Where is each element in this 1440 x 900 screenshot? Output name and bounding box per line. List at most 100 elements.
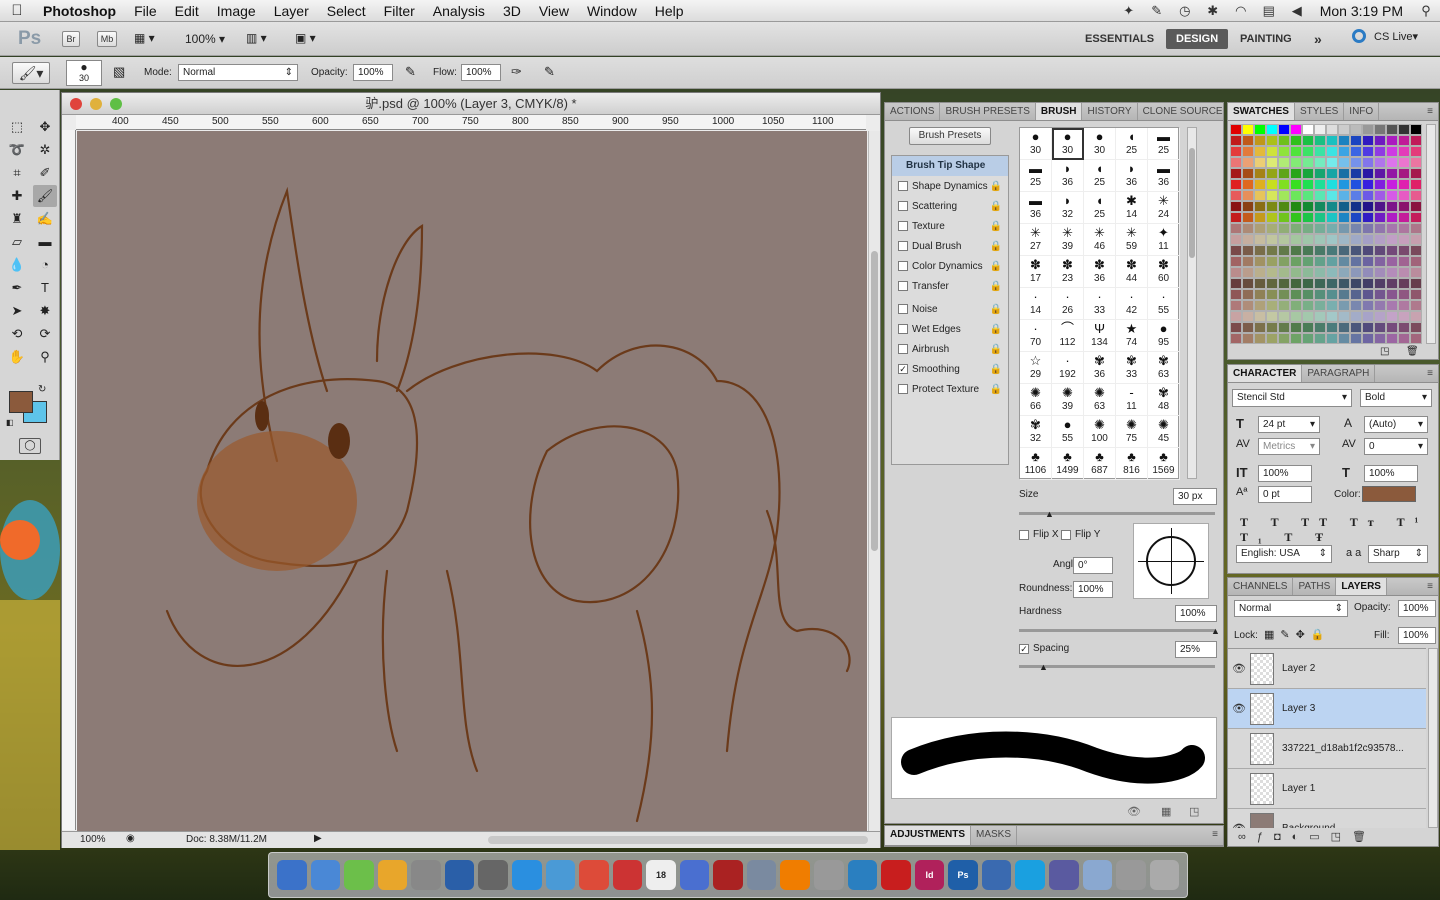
color-swatch[interactable] [1350,124,1362,135]
color-swatch[interactable] [1350,300,1362,311]
color-swatch[interactable] [1410,190,1422,201]
spacing-input[interactable]: 25% [1175,641,1217,658]
font-family-select[interactable]: Stencil Std ▾ [1232,389,1352,407]
sp-icon[interactable] [444,860,475,890]
color-swatch[interactable] [1302,124,1314,135]
color-swatch[interactable] [1338,322,1350,333]
color-swatch[interactable] [1254,146,1266,157]
spacing-slider-thumb[interactable]: ▲ [1039,662,1048,672]
color-swatch[interactable] [1398,289,1410,300]
color-swatch[interactable] [1374,190,1386,201]
color-swatch[interactable] [1410,124,1422,135]
color-swatch[interactable] [1254,168,1266,179]
color-swatch[interactable] [1386,289,1398,300]
zoom-level[interactable]: 100% ▾ [185,32,225,46]
itunes-icon[interactable] [679,860,710,890]
color-swatch[interactable] [1266,179,1278,190]
color-swatch[interactable] [1338,267,1350,278]
color-swatch[interactable] [1398,146,1410,157]
chrome-icon[interactable] [579,860,609,890]
mode-select[interactable]: Normal ⇕ [178,64,298,81]
color-swatch[interactable] [1338,146,1350,157]
color-swatch[interactable] [1278,289,1290,300]
color-swatch[interactable] [1350,223,1362,234]
color-swatch[interactable] [1398,311,1410,322]
layer-row[interactable]: 👁 Layer 3 [1228,689,1426,729]
color-swatch[interactable] [1278,333,1290,344]
color-swatch[interactable] [1374,278,1386,289]
tab-character[interactable]: CHARACTER [1228,365,1303,382]
brush-eye-icon[interactable]: 👁 [1127,805,1141,818]
color-swatch[interactable] [1290,179,1302,190]
tab-styles[interactable]: STYLES [1295,103,1345,120]
lock-icon[interactable]: 🔒 [990,241,1002,252]
brush-tip[interactable]: ▬ 36 [1148,160,1180,192]
color-swatch[interactable] [1410,267,1422,278]
color-swatch[interactable] [1230,135,1242,146]
brush-option-row[interactable]: Dual Brush 🔒 [892,236,1008,256]
color-swatch[interactable] [1326,311,1338,322]
color-swatch[interactable] [1278,190,1290,201]
close-window-icon[interactable] [70,98,82,110]
color-swatch[interactable] [1410,212,1422,223]
color-swatch[interactable] [1338,135,1350,146]
color-swatch[interactable] [1242,300,1254,311]
brush-tip[interactable]: ✱ 14 [1116,192,1148,224]
layer-opacity-input[interactable]: 100% [1398,600,1436,617]
color-swatch[interactable] [1326,322,1338,333]
color-swatch[interactable] [1386,333,1398,344]
color-swatch[interactable] [1278,234,1290,245]
brush-tip[interactable]: ◗ 32 [1052,192,1084,224]
color-swatch[interactable] [1338,157,1350,168]
brush-tip[interactable]: ✳ 39 [1052,224,1084,256]
color-swatch[interactable] [1338,234,1350,245]
color-swatch[interactable] [1254,212,1266,223]
tab-brush-presets[interactable]: BRUSH PRESETS [940,103,1036,120]
color-swatch[interactable] [1230,267,1242,278]
color-swatch[interactable] [1242,168,1254,179]
3d-rotate-tool-icon[interactable]: ⟲ [5,323,29,345]
color-swatch[interactable] [1338,245,1350,256]
color-swatch[interactable] [1338,179,1350,190]
brush-tip[interactable]: ▬ 25 [1020,160,1052,192]
color-swatch[interactable] [1278,278,1290,289]
color-swatch[interactable] [1374,135,1386,146]
reader-icon[interactable] [1116,860,1146,890]
color-swatch[interactable] [1338,256,1350,267]
color-swatch[interactable] [1374,168,1386,179]
brush-option-row[interactable]: Transfer 🔒 [892,276,1008,296]
color-swatch[interactable] [1290,212,1302,223]
lock-icon[interactable]: 🔒 [990,304,1002,315]
workspace-design[interactable]: DESIGN [1166,29,1229,49]
spacing-option[interactable]: ✓ Spacing [1019,643,1069,654]
color-swatch[interactable] [1266,289,1278,300]
color-swatch[interactable] [1326,168,1338,179]
layer-visibility-icon[interactable]: 👁 [1228,822,1250,828]
tip-grid-scroll-thumb[interactable] [1189,148,1195,258]
color-swatch[interactable] [1386,124,1398,135]
brush-size-picker[interactable]: ● 30 [66,60,102,86]
color-swatch[interactable] [1374,256,1386,267]
size-input[interactable]: 30 px [1173,488,1217,505]
brush-option-row[interactable]: Scattering 🔒 [892,196,1008,216]
menu-view[interactable]: View [530,3,578,19]
color-swatch[interactable] [1314,135,1326,146]
brush-tip[interactable]: ▬ 25 [1148,128,1180,160]
color-swatch[interactable] [1254,278,1266,289]
arrange-documents-icon[interactable]: ▥ ▾ [246,31,267,45]
brush-tip[interactable]: ✽ 17 [1020,256,1052,288]
skype-icon[interactable] [1015,860,1045,890]
brush-presets-button[interactable]: Brush Presets [909,127,991,145]
color-swatch[interactable] [1242,278,1254,289]
color-swatch[interactable] [1314,190,1326,201]
color-swatch[interactable] [1326,289,1338,300]
color-swatch[interactable] [1386,201,1398,212]
brush-option-row[interactable]: Wet Edges 🔒 [892,319,1008,339]
brush-tip[interactable]: ▬ 36 [1020,192,1052,224]
status-zoom[interactable]: 100% [80,834,106,845]
color-swatch[interactable] [1314,300,1326,311]
brush-option-checkbox[interactable]: ✓ [898,364,908,374]
color-swatch[interactable] [1410,223,1422,234]
color-swatch[interactable] [1410,322,1422,333]
brush-tip[interactable]: ✳ 59 [1116,224,1148,256]
